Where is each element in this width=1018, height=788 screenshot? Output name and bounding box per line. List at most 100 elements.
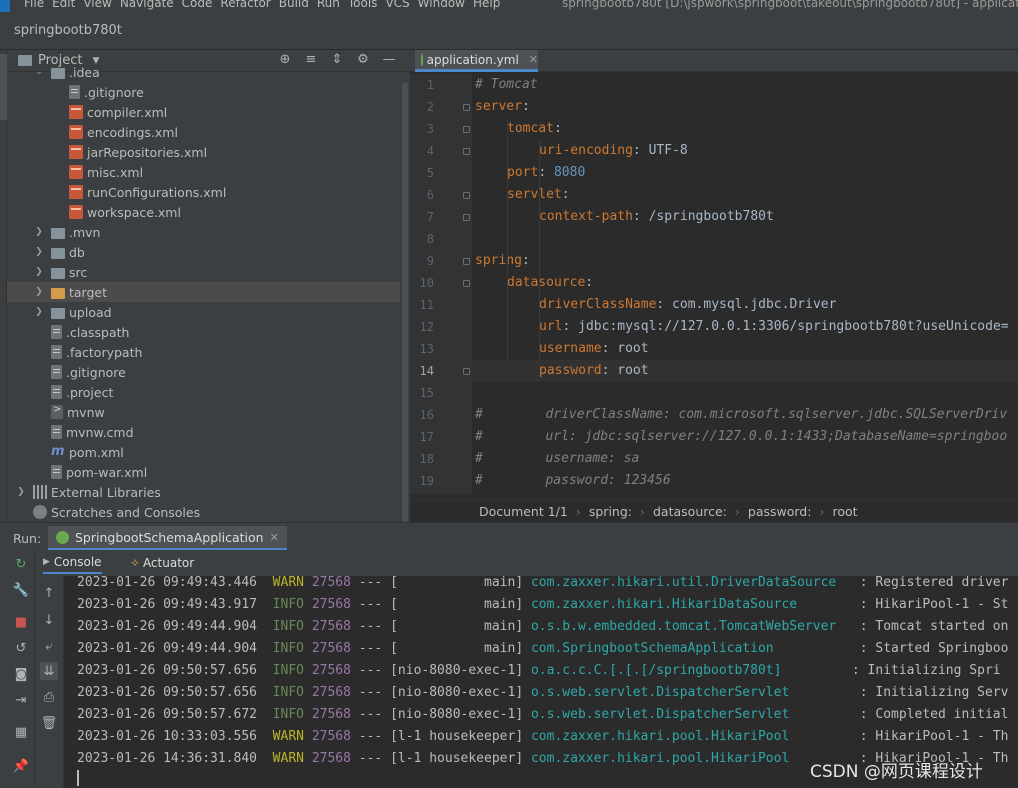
fold-marker-icon[interactable] <box>463 192 470 199</box>
close-icon[interactable]: ✕ <box>270 531 279 544</box>
camera-icon[interactable]: ◙ <box>13 666 29 682</box>
menu-build[interactable]: Build <box>275 0 313 10</box>
layout-icon[interactable]: ▦ <box>13 724 29 740</box>
fold-marker-icon[interactable] <box>463 104 470 111</box>
log-pid: 27568 <box>311 619 351 634</box>
tree-item[interactable]: Scratches and Consoles <box>7 502 407 522</box>
run-configuration-tab[interactable]: SpringbootSchemaApplication ✕ <box>48 526 287 551</box>
exit-icon[interactable]: ⇥ <box>13 692 29 708</box>
tree-item[interactable]: mvnw <box>7 402 407 422</box>
tree-item[interactable]: jarRepositories.xml <box>7 142 407 162</box>
tab-application-yml[interactable]: application.yml ✕ <box>415 50 538 72</box>
project-panel: Project ▼ ⊕ ≡ ⇕ ⚙ — ⌄ .idea .gitignore comp… <box>7 50 410 522</box>
menu-help[interactable]: Help <box>469 0 504 10</box>
tree-item[interactable]: ❯ External Libraries <box>7 482 407 502</box>
menu-window[interactable]: Window <box>414 0 469 10</box>
menu-navigate[interactable]: Navigate <box>116 0 178 10</box>
fold-marker-icon[interactable] <box>463 258 470 265</box>
tree-item[interactable]: ❯ .mvn <box>7 222 407 242</box>
tree-item[interactable]: ❯ db <box>7 242 407 262</box>
tree-item[interactable]: ❯ src <box>7 262 407 282</box>
scroll-to-end-icon[interactable]: ⇊ <box>40 662 58 680</box>
tree-item[interactable]: .classpath <box>7 322 407 342</box>
tree-item[interactable]: .project <box>7 382 407 402</box>
log-logger: o.s.web.servlet.DispatcherServlet <box>530 685 852 700</box>
arrow-up-icon[interactable]: ↑ <box>40 584 58 602</box>
restart-icon[interactable]: ↺ <box>13 640 29 656</box>
log-pid: 27568 <box>311 576 351 590</box>
code-token: spring <box>475 253 522 268</box>
chevron-right-icon[interactable]: ❯ <box>33 247 45 257</box>
rerun-icon[interactable]: ↻ <box>13 556 29 572</box>
log-logger: o.a.c.c.C.[.[.[/springbootb780t] <box>530 663 845 678</box>
tree-item[interactable]: workspace.xml <box>7 202 407 222</box>
tree-item[interactable]: .gitignore <box>7 362 407 382</box>
tree-item[interactable]: misc.xml <box>7 162 407 182</box>
tree-item[interactable]: runConfigurations.xml <box>7 182 407 202</box>
chevron-right-icon[interactable]: ❯ <box>33 227 45 237</box>
soft-wrap-icon[interactable]: ⤶ <box>40 637 58 655</box>
fold-marker-icon[interactable] <box>463 280 470 287</box>
breadcrumb-item[interactable]: password: <box>748 504 812 519</box>
chevron-right-icon[interactable]: ❯ <box>15 487 27 497</box>
wrench-icon[interactable]: 🔧 <box>13 582 29 598</box>
log-level: INFO <box>272 707 304 722</box>
console-tab-label: Console <box>53 555 102 569</box>
menu-code[interactable]: Code <box>178 0 217 10</box>
close-icon[interactable]: ✕ <box>529 53 538 66</box>
log-line: 2023-01-26 09:49:44.904 INFO 27568 --- [… <box>77 616 1008 638</box>
fold-marker-icon[interactable] <box>463 126 470 133</box>
fold-marker-icon[interactable] <box>463 148 470 155</box>
tree-item[interactable]: ⌄ .idea <box>7 62 407 82</box>
menu-vcs[interactable]: VCS <box>381 0 413 10</box>
chevron-right-icon[interactable]: ❯ <box>33 307 45 317</box>
line-number: 19 <box>419 474 434 488</box>
tree-item[interactable]: ❯ target <box>7 282 407 302</box>
tree-item[interactable]: encodings.xml <box>7 122 407 142</box>
code-line: servlet: <box>472 184 1018 206</box>
project-name[interactable]: springbootb780t <box>14 23 122 38</box>
log-msg: : Initializing Spri <box>844 663 1001 678</box>
menu-tools[interactable]: Tools <box>344 0 382 10</box>
scrollbar-thumb[interactable] <box>402 82 408 522</box>
print-icon[interactable]: ⎙ <box>40 688 58 706</box>
tab-console[interactable]: ▶ Console <box>43 555 102 574</box>
xml-icon <box>69 105 83 119</box>
tree-item[interactable]: .gitignore <box>7 82 407 102</box>
project-tool-button[interactable] <box>0 54 7 120</box>
indent-guide <box>507 118 508 360</box>
fold-marker-icon[interactable] <box>463 214 470 221</box>
file-icon <box>51 325 62 339</box>
breadcrumb-item[interactable]: datasource: <box>653 504 727 519</box>
log-pid: 27568 <box>311 707 351 722</box>
tree-item[interactable]: .factorypath <box>7 342 407 362</box>
tree-item[interactable]: m pom.xml <box>7 442 407 462</box>
pin-icon[interactable]: 📌 <box>13 758 29 774</box>
chevron-right-icon[interactable]: ❯ <box>33 287 45 297</box>
breadcrumb-item[interactable]: Document 1/1 <box>479 504 568 519</box>
stop-icon[interactable]: ■ <box>13 614 29 630</box>
arrow-down-icon[interactable]: ↓ <box>40 611 58 629</box>
menu-refactor[interactable]: Refactor <box>216 0 274 10</box>
log-ts: 2023-01-26 09:49:44.904 <box>77 619 258 634</box>
menu-file[interactable]: File <box>20 0 48 10</box>
tree-item[interactable]: compiler.xml <box>7 102 407 122</box>
tree-item[interactable]: ❯ upload <box>7 302 407 322</box>
menu-view[interactable]: View <box>79 0 115 10</box>
code-token: : <box>521 99 530 114</box>
fold-marker-icon[interactable] <box>463 368 470 375</box>
tab-actuator[interactable]: ⟡ Actuator <box>131 555 194 570</box>
tree-item[interactable]: pom-war.xml <box>7 462 407 482</box>
breadcrumb-item[interactable]: spring: <box>589 504 632 519</box>
tree-item[interactable]: mvnw.cmd <box>7 422 407 442</box>
trash-icon[interactable]: 🗑 <box>40 714 58 732</box>
project-scrollbar[interactable] <box>400 72 410 522</box>
code-token: # url: jdbc:sqlserver://127.0.0.1:1433;D… <box>475 429 1008 444</box>
menu-run[interactable]: Run <box>313 0 344 10</box>
breadcrumb-item[interactable]: root <box>832 504 857 519</box>
chevron-down-icon[interactable]: ⌄ <box>33 67 45 77</box>
chevron-right-icon[interactable]: ❯ <box>33 267 45 277</box>
tree-item-label: .idea <box>69 64 100 80</box>
menu-edit[interactable]: Edit <box>48 0 79 10</box>
code-area[interactable]: # Tomcat server: tomcat: uri-encoding: UTF-… <box>472 74 1018 494</box>
